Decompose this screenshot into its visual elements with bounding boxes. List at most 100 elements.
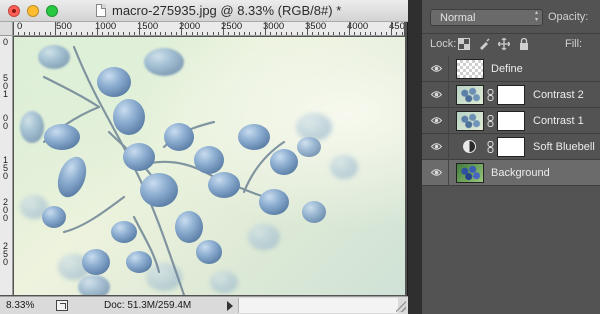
ruler-tick (391, 22, 392, 35)
ruler-tick (402, 32, 403, 35)
ruler-tick (265, 22, 266, 35)
ruler-label: 0 (2, 213, 8, 223)
ruler-tick (223, 22, 224, 35)
ruler-tick (24, 32, 25, 35)
layer-mask-thumbnail[interactable] (497, 137, 525, 157)
layer-row-soft-bluebell[interactable]: Soft Bluebell (422, 134, 600, 160)
layer-row-contrast-2[interactable]: Contrast 2 (422, 82, 600, 108)
layer-name[interactable]: Contrast 1 (533, 115, 584, 127)
layer-name[interactable]: Background (491, 167, 550, 179)
ruler-tick (213, 32, 214, 35)
ruler-tick (87, 32, 88, 35)
ruler-label: 0 (2, 171, 8, 181)
ruler-tick (55, 22, 56, 35)
divider (448, 134, 449, 160)
zoom-level[interactable]: 8.33% (6, 300, 34, 311)
layer-row-background[interactable]: Background (422, 160, 600, 186)
minimize-button-icon[interactable] (27, 5, 39, 17)
close-button-icon[interactable] (8, 5, 20, 17)
maximize-button-icon[interactable] (46, 5, 58, 17)
ruler-tick (81, 32, 82, 35)
chain-link-icon[interactable] (487, 141, 494, 153)
ruler-tick (186, 32, 187, 35)
ruler-label: 1 (2, 89, 8, 99)
ruler-tick (333, 32, 334, 35)
adjustment-layer-icon[interactable] (463, 140, 476, 153)
ruler-tick (165, 32, 166, 35)
ruler-tick (370, 32, 371, 35)
eye-icon[interactable] (431, 90, 442, 99)
document-icon (96, 4, 106, 17)
panel-divider[interactable] (408, 0, 422, 314)
ruler-tick (134, 32, 135, 35)
layer-thumbnail[interactable] (456, 111, 484, 131)
ruler-tick (365, 32, 366, 35)
layer-row-contrast-1[interactable]: Contrast 1 (422, 108, 600, 134)
layers-panel: Normal Opacity: Lock: Fill: (422, 0, 600, 314)
eye-icon[interactable] (431, 116, 442, 125)
ruler-label: 500 (56, 22, 72, 32)
document-title: macro-275935.jpg @ 8.33% (RGB/8#) * (112, 3, 342, 18)
layer-thumbnail[interactable] (456, 59, 484, 79)
chain-link-icon[interactable] (487, 89, 494, 101)
eye-icon[interactable] (431, 64, 442, 73)
eye-icon[interactable] (431, 168, 442, 177)
ruler-tick (18, 32, 19, 35)
ruler-origin[interactable] (0, 22, 13, 36)
layer-thumbnail[interactable] (456, 85, 484, 105)
ruler-tick (202, 32, 203, 35)
layer-mask-thumbnail[interactable] (497, 111, 525, 131)
divider (448, 82, 449, 108)
ruler-label: 0 (17, 22, 23, 32)
horizontal-scrollbar[interactable] (238, 298, 398, 313)
ruler-tick (375, 32, 376, 35)
eye-icon[interactable] (431, 142, 442, 151)
lock-label: Lock: (430, 38, 457, 50)
ruler-tick (197, 32, 198, 35)
lock-all-icon[interactable] (518, 38, 530, 50)
fill-label: Fill: (565, 38, 583, 50)
blend-options-row: Normal Opacity: (422, 0, 600, 34)
lock-image-pixels-icon[interactable] (478, 38, 490, 50)
chain-link-icon[interactable] (487, 115, 494, 127)
layer-name[interactable]: Contrast 2 (533, 89, 584, 101)
layer-row-define[interactable]: Define (422, 56, 600, 82)
ruler-tick (318, 32, 319, 35)
ruler-tick (244, 32, 245, 35)
image-canvas[interactable] (14, 37, 405, 295)
title-bar[interactable]: macro-275935.jpg @ 8.33% (RGB/8#) * (0, 0, 408, 22)
lock-transparent-pixels-icon[interactable] (458, 38, 470, 50)
ruler-tick (97, 22, 98, 35)
share-icon[interactable] (56, 300, 68, 311)
lock-position-icon[interactable] (498, 38, 510, 50)
ruler-tick (50, 32, 51, 35)
resize-grip-icon[interactable] (396, 299, 406, 312)
opacity-label: Opacity: (548, 11, 589, 23)
layer-name[interactable]: Soft Bluebell (533, 141, 595, 153)
ruler-tick (396, 32, 397, 35)
ruler-tick (207, 32, 208, 35)
layer-name[interactable]: Define (491, 63, 523, 75)
ruler-tick (76, 32, 77, 35)
status-bar: 8.33% Doc: 51.3M/259.4M (0, 296, 408, 314)
ruler-tick (270, 32, 271, 35)
ruler-tick (192, 32, 193, 35)
ruler-tick (13, 22, 14, 35)
divider (448, 56, 449, 82)
ruler-tick (234, 32, 235, 35)
ruler-tick (286, 32, 287, 35)
ruler-label: 0 (2, 121, 8, 131)
ruler-tick (381, 32, 382, 35)
horizontal-ruler[interactable]: 0 500 1000 1500 2000 2500 3000 3500 4000… (13, 22, 404, 36)
ruler-tick (123, 32, 124, 35)
ruler-tick (297, 32, 298, 35)
layer-mask-thumbnail[interactable] (497, 85, 525, 105)
layer-thumbnail[interactable] (456, 163, 484, 183)
ruler-tick (71, 32, 72, 35)
vertical-ruler[interactable]: 0 5 0 1 0 0 1 5 0 2 0 0 2 5 0 (0, 36, 13, 295)
ruler-tick (360, 32, 361, 35)
ruler-tick (181, 22, 182, 35)
status-menu-arrow-icon[interactable] (227, 301, 233, 311)
ruler-tick (255, 32, 256, 35)
blend-mode-select[interactable]: Normal (430, 9, 543, 26)
